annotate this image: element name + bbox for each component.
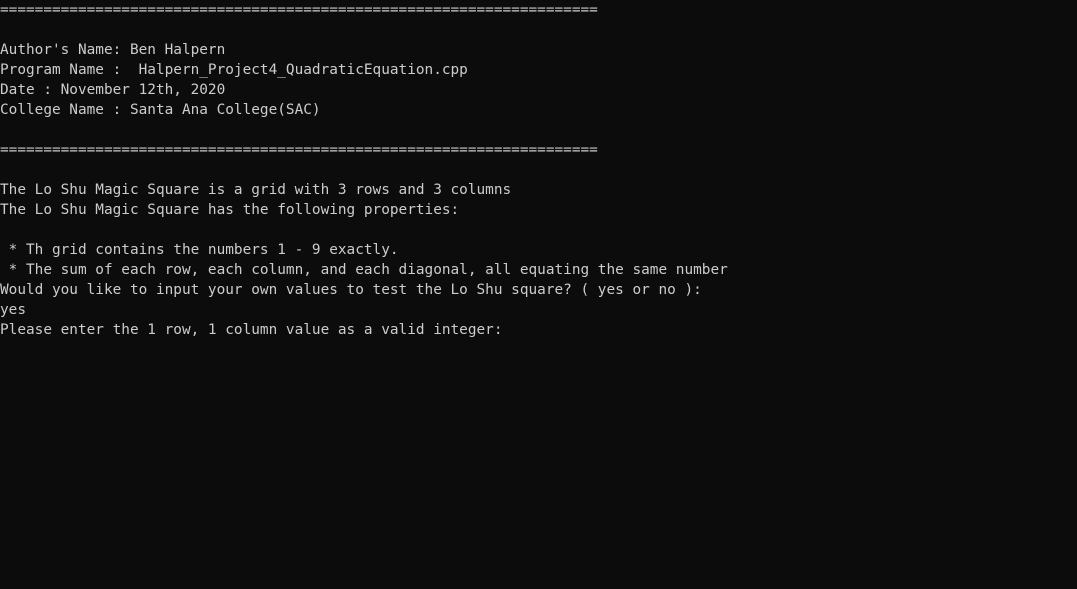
user-input-line: yes — [0, 302, 26, 318]
value-entry-prompt-line: Please enter the 1 row, 1 column value a… — [0, 322, 503, 338]
description-line-1: The Lo Shu Magic Square is a grid with 3… — [0, 182, 512, 198]
property-bullet-1: * Th grid contains the numbers 1 - 9 exa… — [0, 242, 399, 258]
program-name-line: Program Name : Halpern_Project4_Quadrati… — [0, 62, 468, 78]
separator-line-bottom: ========================================… — [0, 142, 598, 158]
description-line-2: The Lo Shu Magic Square has the followin… — [0, 202, 460, 218]
input-prompt-line: Would you like to input your own values … — [0, 282, 702, 298]
property-bullet-2: * The sum of each row, each column, and … — [0, 262, 728, 278]
author-name-line: Author's Name: Ben Halpern — [0, 42, 226, 58]
college-name-line: College Name : Santa Ana College(SAC) — [0, 102, 321, 118]
console-output[interactable]: ========================================… — [0, 0, 1077, 589]
separator-line-top: ========================================… — [0, 2, 598, 18]
date-line: Date : November 12th, 2020 — [0, 82, 226, 98]
